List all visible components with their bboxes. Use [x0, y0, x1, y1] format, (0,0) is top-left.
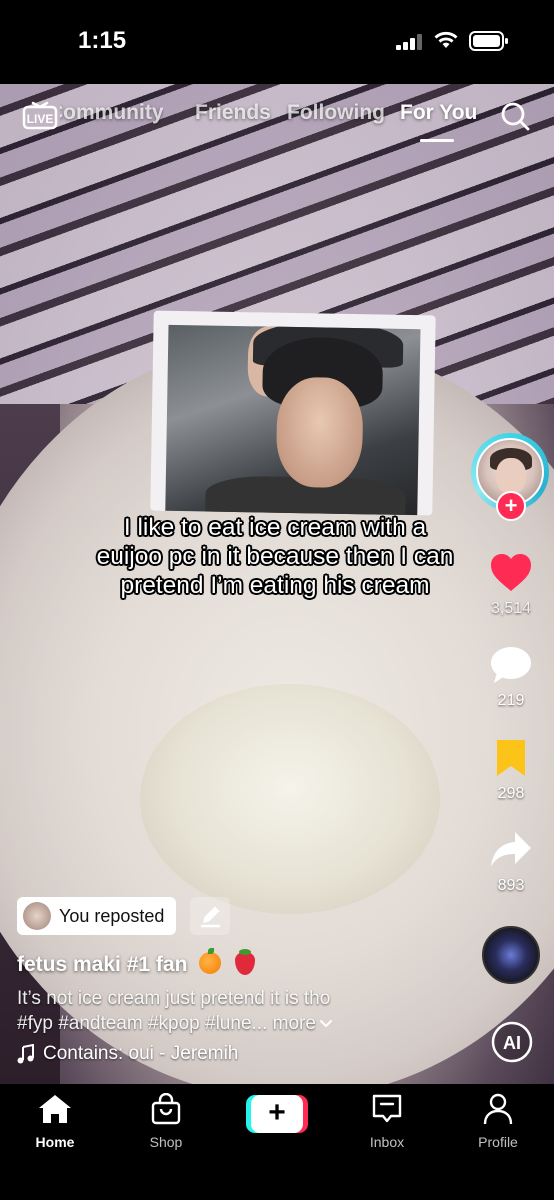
pencil-icon	[200, 906, 221, 928]
tab-inbox-label: Inbox	[369, 1134, 405, 1150]
svg-text:AI: AI	[503, 1033, 521, 1053]
create-button[interactable]: +	[246, 1095, 308, 1133]
share-arrow-icon	[491, 832, 531, 866]
comment-count: 219	[497, 692, 525, 709]
hashtags[interactable]: #fyp #andteam #kpop #lune...	[17, 1013, 267, 1034]
tab-home-label: Home	[35, 1134, 75, 1150]
profile-icon	[483, 1093, 513, 1125]
username[interactable]: fetus maki #1 fan	[17, 948, 256, 977]
repost-label: You reposted	[59, 905, 165, 926]
plus-icon: +	[268, 1096, 286, 1129]
like-count: 3,514	[490, 600, 532, 617]
wifi-icon	[434, 31, 458, 48]
tab-inbox[interactable]: Inbox	[347, 1093, 427, 1150]
ice-cream	[140, 684, 440, 914]
tab-profile-label: Profile	[478, 1134, 518, 1150]
repost-badge[interactable]: You reposted	[17, 897, 177, 935]
battery-icon	[469, 31, 508, 51]
share-button[interactable]: 893	[476, 830, 546, 895]
live-icon[interactable]: LIVE	[22, 98, 58, 130]
active-tab-indicator	[420, 139, 454, 142]
music-disc[interactable]	[482, 926, 540, 984]
tab-community[interactable]: Community	[60, 101, 164, 125]
tab-shop-label: Shop	[149, 1134, 183, 1150]
orange-emoji	[199, 948, 222, 974]
ai-button[interactable]: AI	[490, 1020, 534, 1064]
chevron-down-icon	[319, 1020, 332, 1028]
search-icon[interactable]	[500, 101, 530, 131]
tab-shop[interactable]: Shop	[126, 1092, 206, 1150]
status-bar: 1:15	[0, 0, 554, 84]
bookmark-icon	[497, 740, 525, 776]
more-link[interactable]: more	[273, 1013, 333, 1034]
music-note-icon	[17, 1044, 34, 1064]
photocard-photo	[165, 324, 421, 516]
post-description[interactable]: It’s not ice cream just pretend it is th…	[17, 986, 333, 1036]
comment-icon	[491, 647, 531, 683]
status-time: 1:15	[78, 27, 127, 54]
tab-home[interactable]: Home	[15, 1093, 95, 1150]
photocard-image	[150, 310, 436, 516]
share-count: 893	[497, 877, 525, 894]
sound-name: Contains: oui - Jeremih	[43, 1043, 239, 1064]
video-text-overlay: I like to eat ice cream with a euijoo pc…	[96, 514, 454, 599]
tab-for-you[interactable]: For You	[400, 101, 477, 125]
username-text: fetus maki #1 fan	[17, 953, 188, 976]
tab-profile[interactable]: Profile	[458, 1093, 538, 1150]
home-icon	[39, 1095, 71, 1123]
edit-repost-button[interactable]	[190, 897, 230, 935]
shop-icon	[151, 1092, 181, 1125]
save-button[interactable]: 298	[476, 738, 546, 803]
follow-button[interactable]: +	[496, 491, 526, 521]
tab-friends[interactable]: Friends	[195, 101, 271, 125]
strawberry-emoji	[235, 949, 256, 975]
sound-link[interactable]: Contains: oui - Jeremih	[17, 1043, 238, 1065]
cellular-signal-icon	[396, 34, 422, 50]
save-count: 298	[497, 785, 525, 802]
svg-text:LIVE: LIVE	[27, 112, 54, 126]
tab-following[interactable]: Following	[287, 101, 385, 125]
heart-icon	[491, 554, 531, 591]
inbox-icon	[372, 1094, 402, 1123]
like-button[interactable]: 3,514	[476, 553, 546, 618]
comment-button[interactable]: 219	[476, 645, 546, 710]
repost-avatar	[23, 902, 51, 930]
description-line-1: It’s not ice cream just pretend it is th…	[17, 988, 331, 1009]
